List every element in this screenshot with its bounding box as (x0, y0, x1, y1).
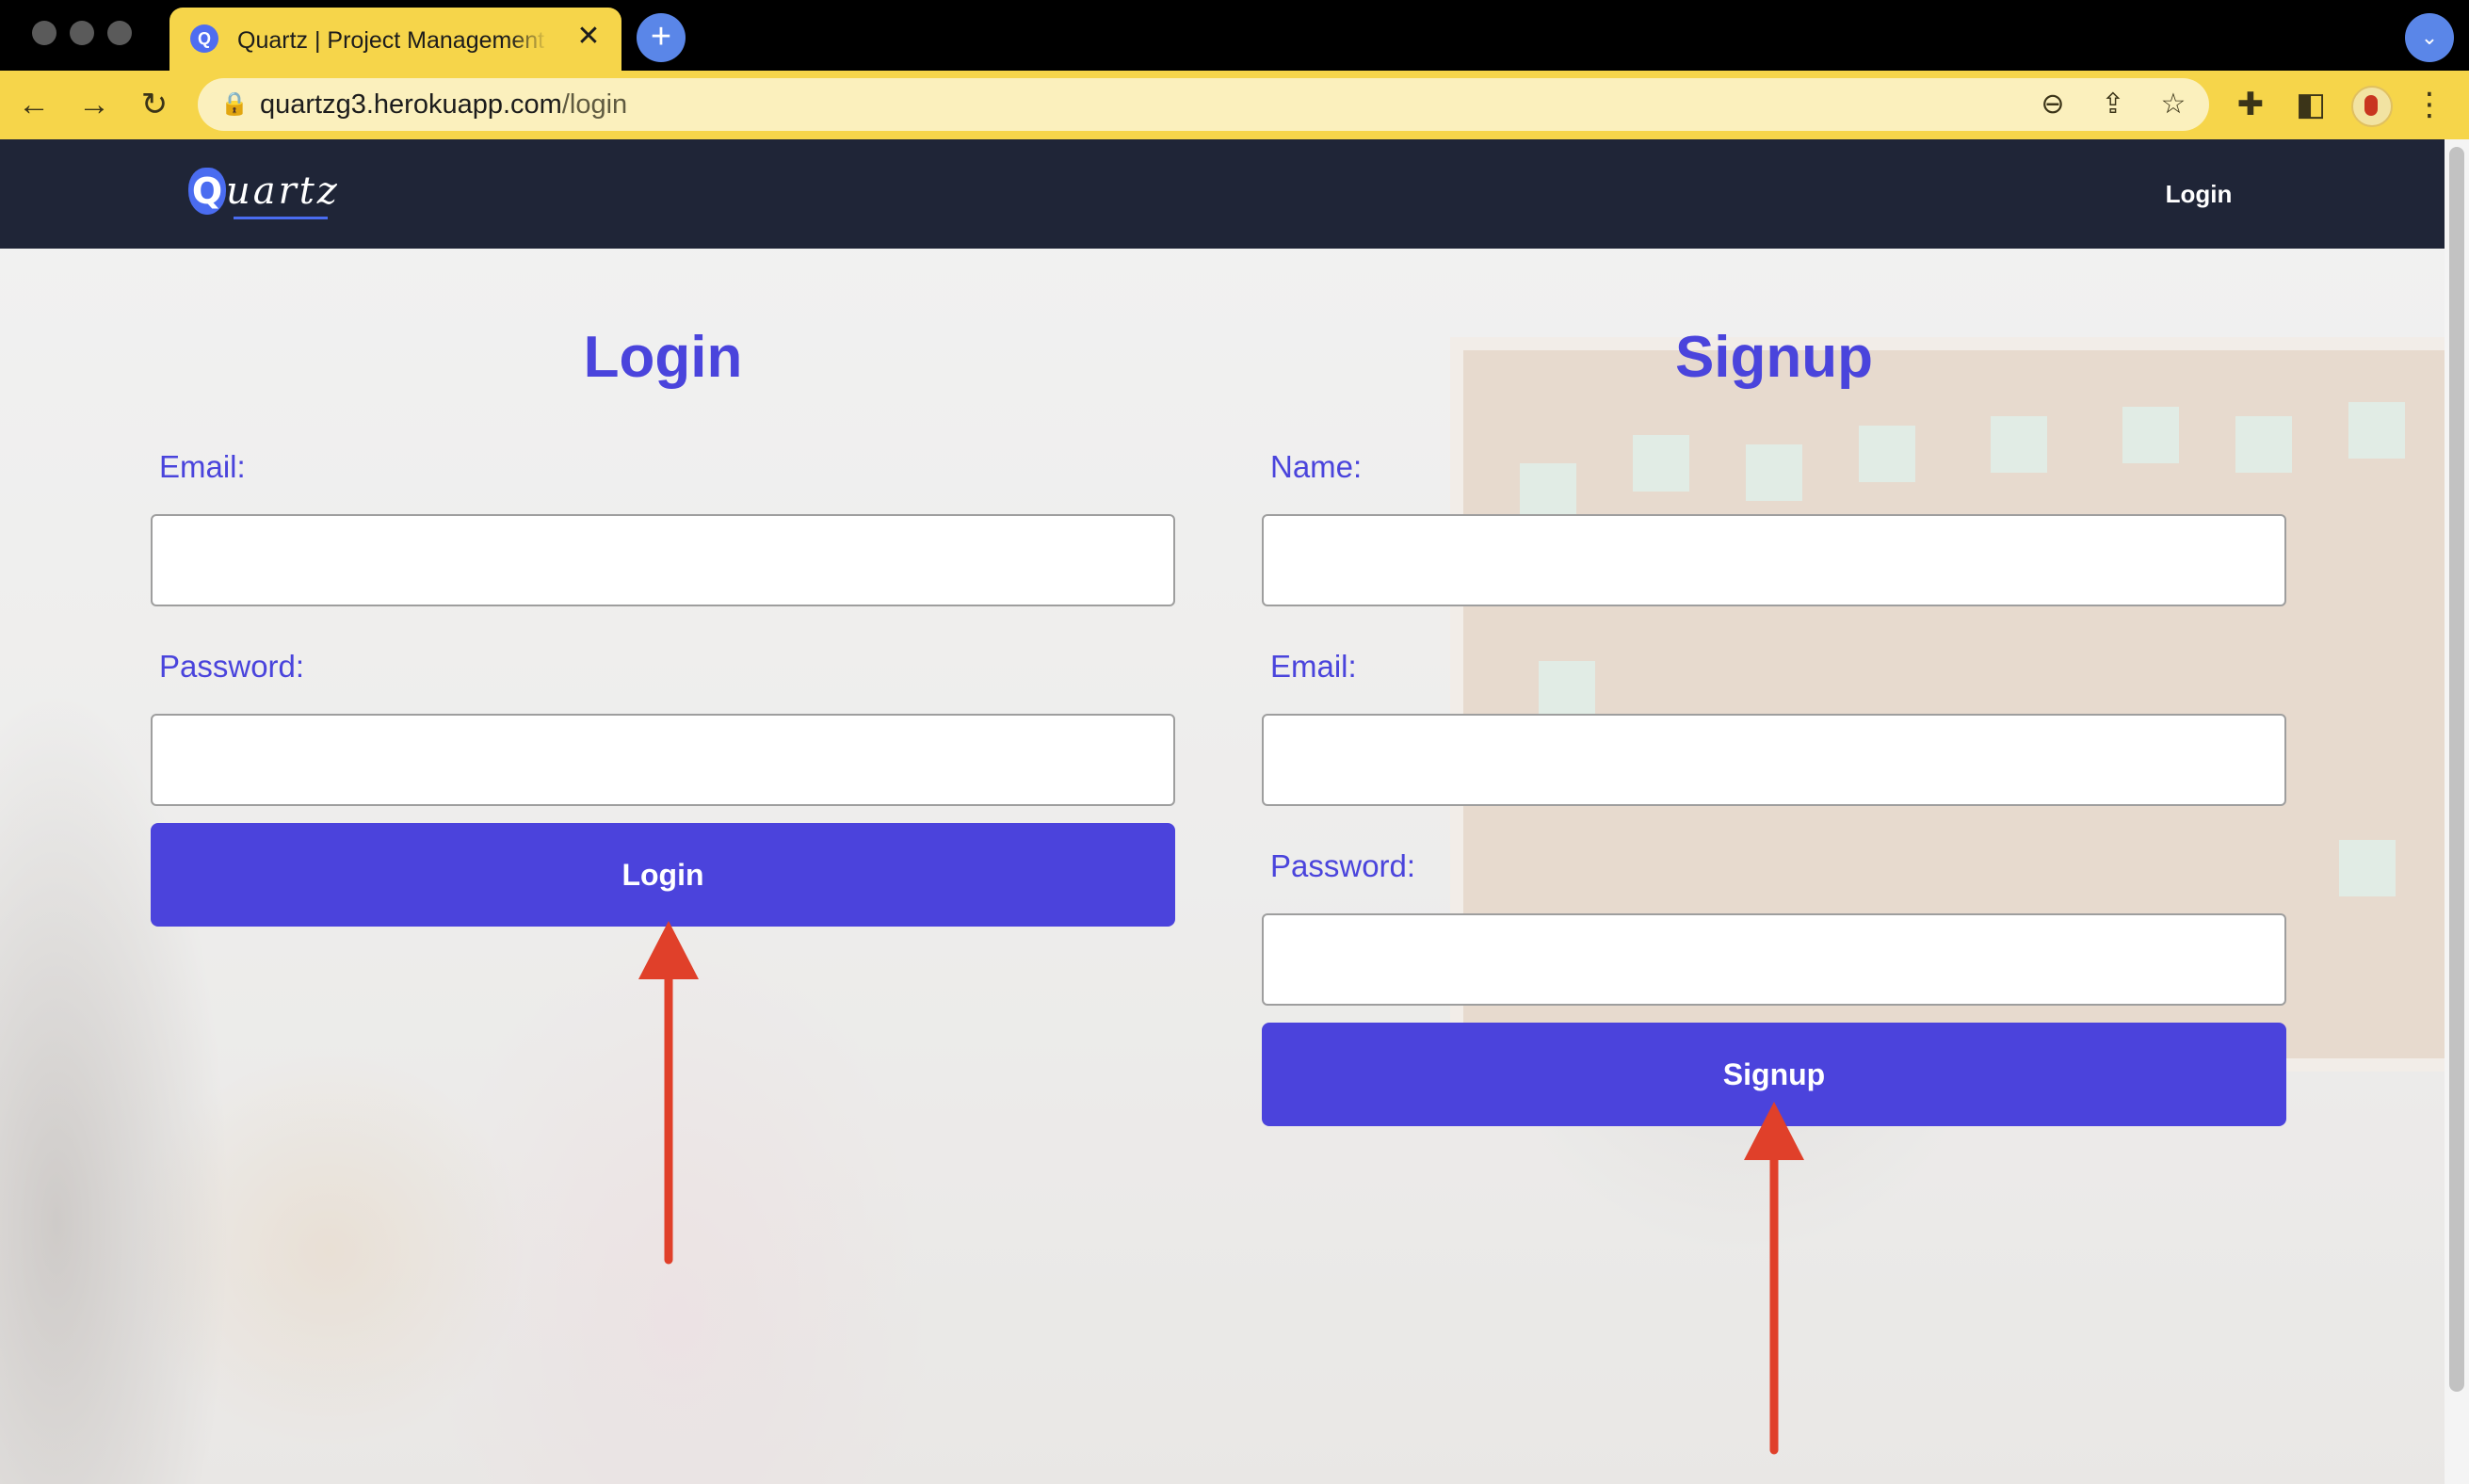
annotation-arrow-up-icon (638, 921, 699, 1265)
back-arrow-icon[interactable]: ← (11, 82, 56, 127)
signup-password-input[interactable] (1262, 913, 2286, 1006)
login-email-label: Email: (159, 449, 246, 484)
page-scrollbar-thumb[interactable] (2449, 147, 2464, 1392)
login-password-input[interactable] (151, 714, 1175, 806)
lock-icon[interactable]: 🔒 (220, 88, 249, 121)
browser-tabstrip: Q Quartz | Project Management Tool ✕ + ⌄ (0, 0, 2469, 71)
logo-underline (234, 217, 328, 219)
tab-title: Quartz | Project Management Tool (237, 27, 548, 54)
address-bar[interactable]: 🔒 quartzg3.herokuapp.com/login ⊖ ⇪ ☆ (198, 78, 2209, 131)
signup-email-input[interactable] (1262, 714, 2286, 806)
quartz-logo-icon[interactable]: Q (188, 168, 226, 215)
extensions-puzzle-icon[interactable]: ✚ (2228, 82, 2273, 127)
address-bar-url[interactable]: quartzg3.herokuapp.com/login (260, 78, 627, 131)
url-host: quartzg3.herokuapp.com (260, 89, 562, 120)
url-path: /login (561, 89, 628, 120)
new-tab-button[interactable]: + (637, 13, 686, 62)
signup-email-label: Email: (1270, 649, 1357, 684)
nav-login-link[interactable]: Login (2147, 173, 2251, 215)
reload-icon[interactable]: ↻ (132, 82, 177, 127)
login-password-label: Password: (159, 649, 305, 684)
signup-name-label: Name: (1270, 449, 1363, 484)
window-close-dot[interactable] (32, 21, 56, 45)
signup-name-input[interactable] (1262, 514, 2286, 606)
signup-heading: Signup (1674, 325, 1874, 390)
site-navbar: Q uartz Login (0, 139, 2445, 249)
tab-close-icon[interactable]: ✕ (573, 21, 605, 53)
bookmark-star-icon[interactable]: ☆ (2151, 82, 2196, 127)
window-zoom-dot[interactable] (107, 21, 132, 45)
annotation-arrow-up-icon (1744, 1102, 1804, 1455)
login-heading: Login (583, 325, 743, 390)
browser-toolbar: ← → ↻ 🔒 quartzg3.herokuapp.com/login ⊖ ⇪… (0, 71, 2469, 139)
quartz-favicon-icon: Q (190, 24, 218, 53)
zoom-icon[interactable]: ⊖ (2030, 82, 2075, 127)
side-panel-icon[interactable]: ◧ (2288, 82, 2333, 127)
forward-arrow-icon[interactable]: → (72, 82, 117, 127)
tab-search-chevron-icon[interactable]: ⌄ (2405, 13, 2454, 62)
signup-password-label: Password: (1270, 848, 1416, 883)
window-minimize-dot[interactable] (70, 21, 94, 45)
page-viewport: Q uartz Login Login Email: Password: Log… (0, 139, 2445, 1484)
share-icon[interactable]: ⇪ (2090, 82, 2136, 127)
browser-menu-icon[interactable]: ⋮ (2407, 82, 2452, 127)
quartz-logo-text[interactable]: uartz (226, 168, 340, 215)
browser-tab-active[interactable]: Q Quartz | Project Management Tool ✕ (169, 8, 621, 71)
login-email-input[interactable] (151, 514, 1175, 606)
profile-avatar[interactable] (2351, 86, 2393, 127)
